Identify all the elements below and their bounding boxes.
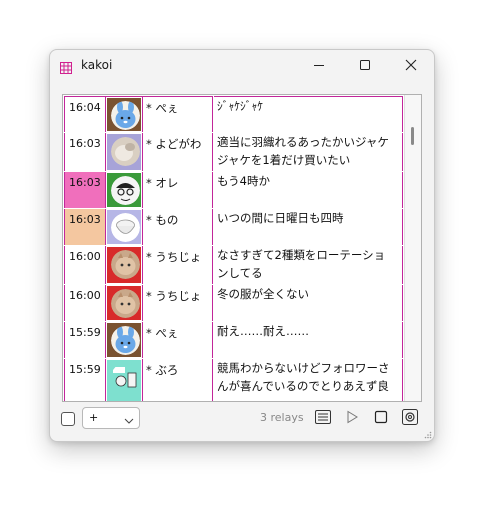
post-time: 16:04 xyxy=(64,96,106,132)
bottom-toolbar: + 3 relays xyxy=(50,403,434,441)
message-line xyxy=(217,115,402,132)
author-name: * うちじょ xyxy=(143,285,213,321)
cartoon-avatar xyxy=(111,363,140,392)
message-line xyxy=(217,227,402,245)
timeline-button[interactable] xyxy=(312,406,334,428)
scrollbar[interactable] xyxy=(404,95,421,401)
avatar-background xyxy=(107,360,141,401)
filter-checkbox[interactable] xyxy=(61,412,75,426)
author-name: * ぺぇ xyxy=(143,322,213,358)
avatar-cell[interactable] xyxy=(106,172,143,208)
avatar-background xyxy=(107,134,141,170)
avatar-background xyxy=(107,247,141,283)
message-text: もう4時か xyxy=(214,172,403,208)
avatar-background xyxy=(107,98,141,131)
stop-icon xyxy=(374,410,388,424)
kitten-avatar xyxy=(111,250,140,279)
author-name: * うちじょ xyxy=(143,246,213,284)
message-line xyxy=(217,340,402,358)
avatar-background xyxy=(107,210,141,244)
close-button[interactable] xyxy=(388,50,434,80)
message-line: んが喜んでいるのでとりあえず良 xyxy=(217,379,389,393)
message-line: 競馬わからないけどフォロワーさ xyxy=(217,361,390,375)
message-line xyxy=(217,190,402,208)
avatar-cell[interactable] xyxy=(106,285,143,321)
window-title: kakoi xyxy=(81,58,113,72)
stop-button[interactable] xyxy=(370,406,392,428)
avatar-cell[interactable] xyxy=(106,322,143,358)
maximize-icon xyxy=(360,60,370,70)
message-text: ｼﾞｬｹｼﾞｬｹ xyxy=(214,96,403,132)
title-bar[interactable]: kakoi xyxy=(50,50,434,80)
grid-icon xyxy=(60,59,72,74)
chevron-down-icon xyxy=(123,412,135,431)
blue-rabbit-avatar xyxy=(111,326,140,355)
close-icon xyxy=(405,59,417,71)
avatar-cell[interactable] xyxy=(106,246,143,284)
message-list[interactable]: 16:04 * ぺぇ ｼﾞｬｹｼﾞｬｹ 16:03 * よどがわ 適当に羽織れるあったかい… xyxy=(62,94,422,402)
post-time: 16:03 xyxy=(64,209,106,245)
gear-icon xyxy=(402,409,418,425)
maximize-button[interactable] xyxy=(342,50,388,80)
author-name: * ぶろ xyxy=(143,359,213,401)
avatar-cell[interactable] xyxy=(106,133,143,171)
message-text: 耐え……耐え…… xyxy=(214,322,403,358)
post-time: 15:59 xyxy=(64,322,106,358)
message-line: ｼﾞｬｹｼﾞｬｹ xyxy=(217,99,263,113)
app-window: kakoi 16:04 * ぺぇ ｼﾞｬｹｼﾞｬｹ 16:03 * よどがわ 適当に羽織れ… xyxy=(49,49,435,442)
message-text: 適当に羽織れるあったかいジャケ ジャケを1着だけ買いたい xyxy=(214,133,403,171)
post-time: 16:03 xyxy=(64,172,106,208)
post-time: 15:59 xyxy=(64,359,106,401)
message-line: ジャケを1着だけ買いたい xyxy=(217,153,351,167)
avatar-cell[interactable] xyxy=(106,96,143,132)
resize-grip-icon[interactable] xyxy=(424,431,432,439)
combo-value: + xyxy=(89,411,99,424)
avatar-background xyxy=(107,286,141,320)
cat-paw-avatar xyxy=(111,137,140,166)
message-line: もう4時か xyxy=(217,174,270,188)
message-line: ンしてる xyxy=(217,266,263,280)
message-text: いつの間に日曜日も四時 xyxy=(214,209,403,245)
message-line: 冬の服が全くない xyxy=(217,287,309,301)
minimize-icon xyxy=(314,65,324,66)
message-line xyxy=(217,303,402,321)
avatar-background xyxy=(107,173,141,207)
relays-count: 3 relays xyxy=(260,411,304,424)
message-line: 適当に羽織れるあったかいジャケ xyxy=(217,135,389,149)
rice-bowl-avatar xyxy=(111,213,140,242)
message-line: いつの間に日曜日も四時 xyxy=(217,211,344,225)
author-name: * オレ xyxy=(143,172,213,208)
message-line: 耐え……耐え…… xyxy=(217,324,309,338)
post-time: 16:00 xyxy=(64,285,106,321)
author-name: * ぺぇ xyxy=(143,96,213,132)
minimize-button[interactable] xyxy=(296,50,342,80)
scrollbar-thumb[interactable] xyxy=(411,127,414,145)
blue-rabbit-avatar xyxy=(111,101,140,130)
author-name: * もの xyxy=(143,209,213,245)
message-text: なさすぎて2種類をローテーショ ンしてる xyxy=(214,246,403,284)
message-line: なさすぎて2種類をローテーショ xyxy=(217,248,386,262)
kitten-avatar xyxy=(111,289,140,318)
avatar-background xyxy=(107,323,141,357)
play-icon xyxy=(347,410,358,424)
avatar-cell[interactable] xyxy=(106,359,143,401)
post-time: 16:03 xyxy=(64,133,106,171)
relay-combo[interactable]: + xyxy=(82,407,140,429)
settings-button[interactable] xyxy=(399,406,421,428)
author-name: * よどがわ xyxy=(143,133,213,171)
message-text: 競馬わからないけどフォロワーさ んが喜んでいるのでとりあえず良 xyxy=(214,359,403,401)
message-text: 冬の服が全くない xyxy=(214,285,403,321)
sketch-face-avatar xyxy=(111,176,140,205)
play-button[interactable] xyxy=(341,406,363,428)
list-icon xyxy=(315,410,331,424)
avatar-cell[interactable] xyxy=(106,209,143,245)
post-time: 16:00 xyxy=(64,246,106,284)
